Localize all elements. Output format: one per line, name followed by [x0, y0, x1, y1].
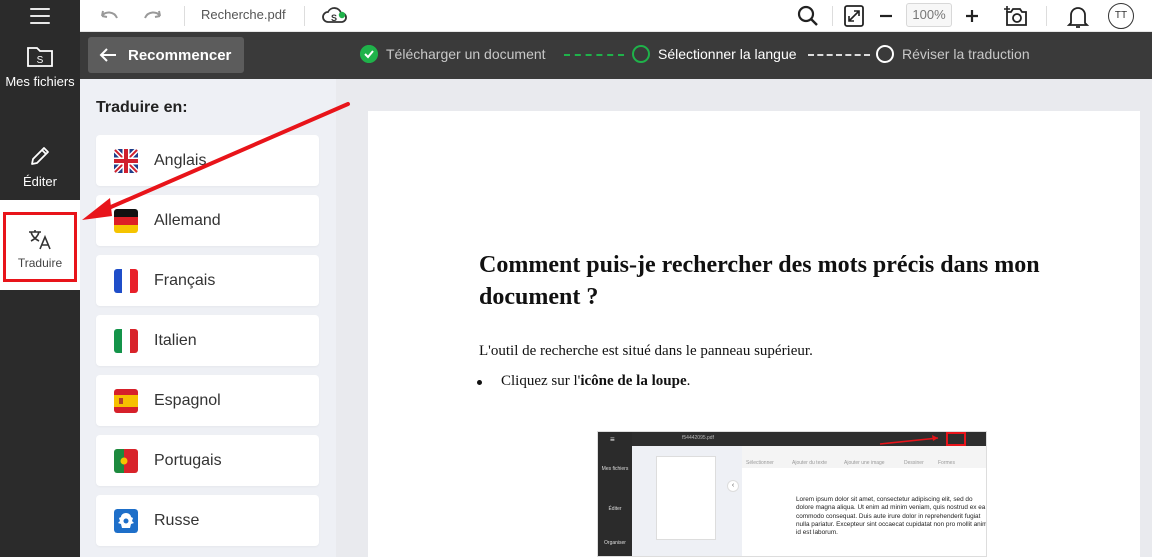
- screenshot-rail-organize: Organiser: [604, 540, 626, 546]
- italy-flag-icon: [114, 328, 138, 353]
- sidebar-item-label: Traduire: [17, 256, 63, 270]
- language-option-german[interactable]: Allemand: [96, 195, 319, 246]
- step-language: Sélectionner la langue: [632, 45, 797, 63]
- document-page: Comment puis-je rechercher des mots préc…: [368, 111, 1140, 557]
- camera-add-icon[interactable]: [1004, 4, 1030, 28]
- file-name: Recherche.pdf: [201, 7, 286, 22]
- screenshot-tool: Formes: [938, 460, 955, 466]
- search-icon[interactable]: [796, 4, 820, 28]
- screenshot-thumbnail: [656, 456, 716, 540]
- rail-lower: [0, 290, 80, 557]
- zoom-level[interactable]: 100%: [906, 3, 952, 27]
- screenshot-rail-files: Mes fichiers: [601, 466, 629, 472]
- avatar[interactable]: TT: [1108, 3, 1134, 29]
- arrow-left-icon: [99, 48, 116, 62]
- screenshot-rail: ≡ Mes fichiers Éditer Organiser: [598, 432, 632, 556]
- language-label: Italien: [154, 331, 197, 349]
- step-review: Réviser la traduction: [876, 45, 1030, 63]
- divider: [304, 6, 305, 26]
- language-option-spanish[interactable]: Espagnol: [96, 375, 319, 426]
- document-heading: Comment puis-je rechercher des mots préc…: [479, 252, 1040, 310]
- zoom-in-icon[interactable]: [963, 4, 981, 28]
- search-highlight-box: [946, 432, 966, 446]
- germany-flag-icon: [114, 208, 138, 233]
- document-bullet: Cliquez sur l'icône de la loupe.: [477, 373, 691, 390]
- svg-text:S: S: [331, 13, 337, 23]
- document-paragraph: L'outil de recherche est situé dans le p…: [479, 343, 813, 359]
- divider: [184, 6, 185, 26]
- screenshot-tool: Sélectionner: [746, 460, 774, 466]
- fit-page-icon[interactable]: [843, 4, 865, 28]
- language-label: Espagnol: [154, 391, 221, 409]
- sidebar-item-edit[interactable]: Éditer: [0, 144, 80, 190]
- document-viewer: Comment puis-je rechercher des mots préc…: [336, 79, 1152, 557]
- pencil-icon: [31, 147, 49, 165]
- translate-panel: Traduire en: Anglais Allemand Français I…: [80, 79, 336, 557]
- panel-title: Traduire en:: [96, 99, 188, 116]
- menu-icon[interactable]: [30, 8, 50, 24]
- step-upload: Télécharger un document: [360, 45, 546, 63]
- sidebar-item-label: Éditer: [23, 174, 57, 189]
- screenshot-tool: Ajouter du texte: [792, 460, 828, 466]
- language-label: Français: [154, 271, 216, 289]
- check-icon: [360, 45, 378, 63]
- steps-bar: Recommencer Télécharger un document Séle…: [80, 32, 1152, 79]
- divider: [832, 6, 833, 26]
- restart-label: Recommencer: [128, 46, 232, 64]
- current-step-icon: [632, 45, 650, 63]
- language-option-portuguese[interactable]: Portugais: [96, 435, 319, 486]
- divider: [1046, 6, 1047, 26]
- language-label: Allemand: [154, 211, 221, 229]
- bullet-end: .: [686, 373, 691, 389]
- screenshot-lorem: Lorem ipsum dolor sit amet, consectetur …: [796, 496, 987, 537]
- svg-text:S: S: [37, 55, 44, 66]
- language-label: Russe: [154, 511, 200, 529]
- france-flag-icon: [114, 268, 138, 293]
- embedded-screenshot: ≡ Mes fichiers Éditer Organiser f5444209…: [597, 431, 987, 557]
- bullet-bold-text: icône de la loupe: [580, 373, 687, 389]
- screenshot-file: f54442095.pdf: [682, 435, 714, 441]
- sidebar-item-translate[interactable]: Traduire: [3, 212, 77, 282]
- pending-step-icon: [876, 45, 894, 63]
- step-label: Sélectionner la langue: [658, 46, 797, 62]
- uk-flag-icon: [114, 148, 138, 173]
- screenshot-tool: Dessiner: [904, 460, 924, 466]
- redo-icon[interactable]: [142, 7, 164, 25]
- russia-flag-icon: [114, 508, 138, 533]
- spain-flag-icon: [114, 388, 138, 413]
- sidebar-item-label: Mes fichiers: [5, 74, 75, 89]
- screenshot-tool: Ajouter une image: [844, 460, 885, 466]
- cloud-sync-icon[interactable]: S: [322, 5, 348, 27]
- language-option-russian[interactable]: Russe: [96, 495, 319, 546]
- step-connector: [564, 54, 624, 56]
- step-connector: [808, 54, 870, 56]
- language-label: Anglais: [154, 151, 207, 169]
- translate-icon: [29, 230, 51, 250]
- folder-icon: S: [27, 47, 53, 67]
- pointer-arrow-small: [879, 435, 939, 445]
- scrollbar[interactable]: [1140, 79, 1152, 557]
- restart-button[interactable]: Recommencer: [88, 37, 244, 73]
- screenshot-rail-edit: Éditer: [608, 506, 622, 512]
- language-option-english[interactable]: Anglais: [96, 135, 319, 186]
- bullet-dot: [477, 380, 482, 385]
- language-label: Portugais: [154, 451, 222, 469]
- undo-icon[interactable]: [98, 7, 120, 25]
- language-option-french[interactable]: Français: [96, 255, 319, 306]
- sidebar-item-files[interactable]: S Mes fichiers: [0, 44, 80, 90]
- language-option-italian[interactable]: Italien: [96, 315, 319, 366]
- bullet-text: Cliquez sur l': [501, 373, 581, 389]
- zoom-out-icon[interactable]: [877, 4, 895, 28]
- bell-icon[interactable]: [1066, 4, 1090, 30]
- step-label: Réviser la traduction: [902, 46, 1030, 62]
- collapse-icon: ‹: [727, 480, 739, 492]
- top-toolbar: Recherche.pdf S 100% TT: [80, 0, 1152, 32]
- step-label: Télécharger un document: [386, 46, 546, 62]
- portugal-flag-icon: [114, 448, 138, 473]
